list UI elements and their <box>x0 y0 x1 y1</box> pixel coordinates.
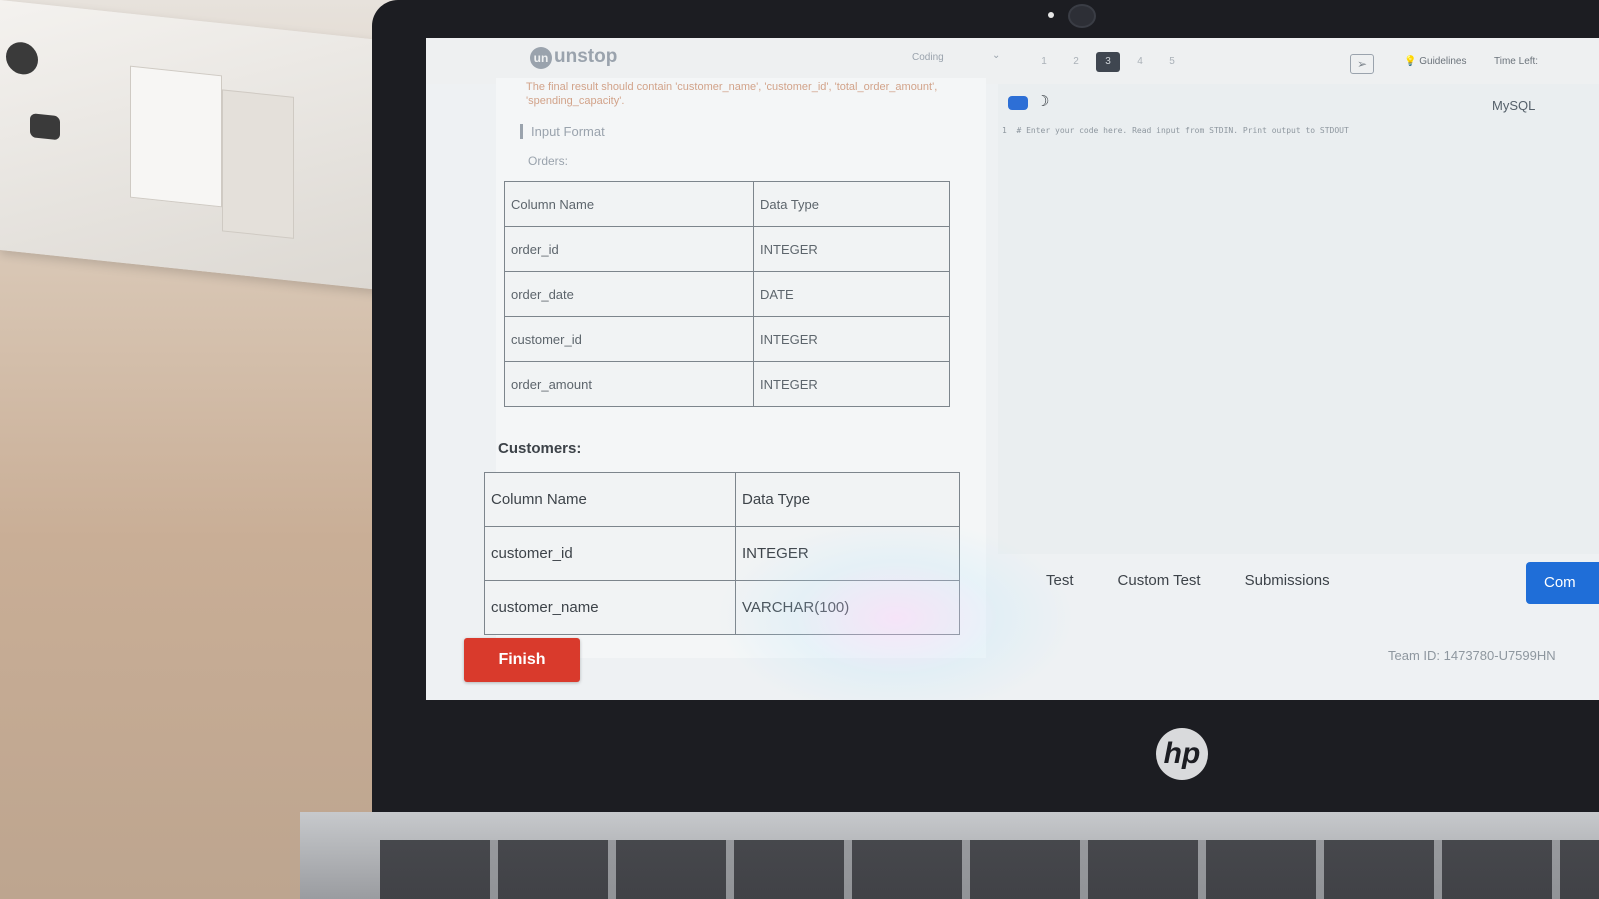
table-cell: DATE <box>753 271 950 317</box>
keyboard <box>380 840 1599 899</box>
code-line[interactable]: 1 # Enter your code here. Read input fro… <box>1002 126 1349 135</box>
table-header-cell: Column Name <box>504 181 754 227</box>
chevron-down-icon[interactable]: ⌄ <box>992 50 1000 61</box>
customers-label: Customers: <box>498 440 582 457</box>
table-header-cell: Data Type <box>735 472 960 527</box>
bulb-icon: 💡 <box>1404 56 1417 67</box>
customers-table: Column Name Data Type customer_id INTEGE… <box>484 472 960 635</box>
section-select[interactable]: Coding <box>912 52 944 63</box>
table-cell: customer_name <box>484 580 736 635</box>
wall-switch-rocker <box>130 65 222 208</box>
webcam-light <box>1048 12 1054 18</box>
input-format-heading: Input Format <box>520 124 605 139</box>
table-cell: INTEGER <box>753 361 950 407</box>
question-5-button[interactable]: 5 <box>1160 52 1184 72</box>
tab-submissions[interactable]: Submissions <box>1245 572 1330 589</box>
table-cell: order_date <box>504 271 754 317</box>
tab-test[interactable]: Test <box>1046 572 1074 589</box>
logo-text: unstop <box>554 46 618 67</box>
orders-table: Column Name Data Type order_id INTEGER o… <box>504 181 950 407</box>
wall-switch-rocker <box>222 89 294 239</box>
table-header-row: Column Name Data Type <box>484 472 960 527</box>
hp-logo: hp <box>1156 728 1208 780</box>
table-cell: order_amount <box>504 361 754 407</box>
wall-switch-plate <box>0 0 380 290</box>
table-row: customer_id INTEGER <box>484 526 960 581</box>
question-1-button[interactable]: 1 <box>1032 52 1056 72</box>
table-cell: INTEGER <box>753 226 950 272</box>
wall-socket-hole <box>30 113 60 141</box>
table-cell: customer_id <box>484 526 736 581</box>
send-icon[interactable]: ➢ <box>1350 54 1374 74</box>
problem-description: The final result should contain 'custome… <box>526 81 938 107</box>
question-4-button[interactable]: 4 <box>1128 52 1152 72</box>
problem-panel: The final result should contain 'custome… <box>484 78 1049 658</box>
table-cell: INTEGER <box>753 316 950 362</box>
code-placeholder: # Enter your code here. Read input from … <box>1016 126 1349 135</box>
unstop-logo: un unstop <box>530 46 617 69</box>
table-row: order_amount INTEGER <box>504 361 950 407</box>
question-navigator: 1 2 3 4 5 <box>1032 52 1184 72</box>
question-2-button[interactable]: 2 <box>1064 52 1088 72</box>
code-editor[interactable]: ☽ MySQL 1 # Enter your code here. Read i… <box>998 84 1599 554</box>
table-row: customer_id INTEGER <box>504 316 950 362</box>
guidelines-link[interactable]: 💡 Guidelines <box>1404 56 1467 67</box>
orders-label: Orders: <box>528 154 569 168</box>
time-left-label: Time Left: <box>1494 56 1539 67</box>
finish-button[interactable]: Finish <box>464 638 580 682</box>
laptop-screen: un unstop Coding ⌄ 1 2 3 4 5 ➢ 💡 Guidelin… <box>426 38 1599 700</box>
table-cell: INTEGER <box>735 526 960 581</box>
guidelines-label: Guidelines <box>1419 56 1467 67</box>
table-cell: customer_id <box>504 316 754 362</box>
question-3-button[interactable]: 3 <box>1096 52 1120 72</box>
table-row: customer_name VARCHAR(100) <box>484 580 960 635</box>
theme-toggle[interactable] <box>1008 96 1028 110</box>
table-cell: VARCHAR(100) <box>735 580 960 635</box>
compile-button[interactable]: Com <box>1526 562 1599 604</box>
table-row: order_date DATE <box>504 271 950 317</box>
moon-icon: ☽ <box>1036 93 1050 110</box>
table-header-row: Column Name Data Type <box>504 181 950 227</box>
webcam <box>1068 4 1096 28</box>
table-cell: order_id <box>504 226 754 272</box>
team-id-label: Team ID: 1473780-U7599HN <box>1388 648 1556 663</box>
line-number: 1 <box>1002 126 1007 135</box>
table-header-cell: Data Type <box>753 181 950 227</box>
wall-socket-hole <box>6 40 38 76</box>
table-header-cell: Column Name <box>484 472 736 527</box>
table-row: order_id INTEGER <box>504 226 950 272</box>
language-select[interactable]: MySQL <box>1492 98 1535 113</box>
tab-custom-test[interactable]: Custom Test <box>1118 572 1201 589</box>
result-tabs: Test Custom Test Submissions <box>1046 572 1330 589</box>
